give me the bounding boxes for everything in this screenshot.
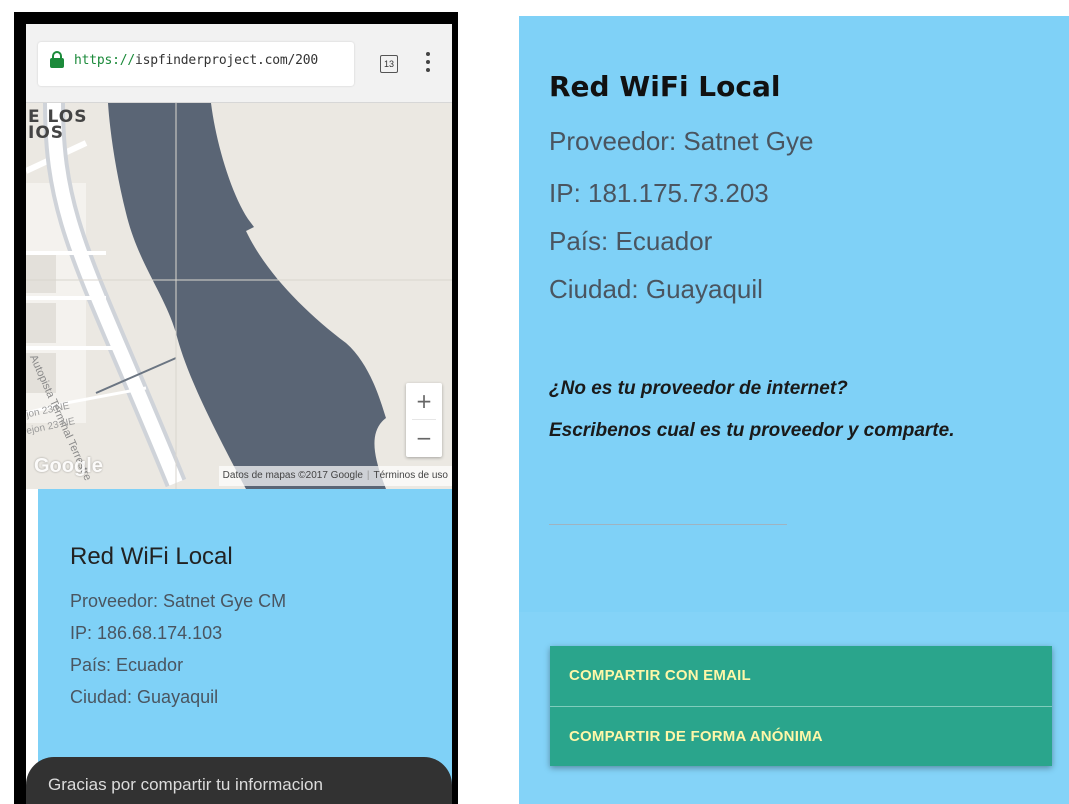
map-terms-link[interactable]: Términos de uso — [374, 470, 448, 481]
overflow-menu-icon[interactable] — [426, 52, 430, 76]
map[interactable]: E LOS IOS Autopista Terminal Terrestre j… — [26, 103, 452, 489]
map-canvas — [26, 103, 452, 489]
zoom-out-button[interactable]: − — [406, 420, 442, 456]
map-attribution: Datos de mapas ©2017 Google | Términos de … — [218, 466, 452, 486]
url-text[interactable]: https://ispfinderproject.com/200 — [74, 53, 318, 68]
provider-prompt: Escribenos cual es tu proveedor y compar… — [549, 420, 955, 441]
network-title: Red WiFi Local — [70, 543, 233, 570]
phone-frame: https://ispfinderproject.com/200 13 E LO… — [14, 12, 458, 804]
lock-icon — [50, 51, 64, 68]
share-anonymous-label: COMPARTIR DE FORMA ANÓNIMA — [569, 728, 823, 745]
share-actions: COMPARTIR CON EMAIL COMPARTIR DE FORMA A… — [550, 646, 1052, 766]
provider-text: Proveedor: Satnet Gye CM — [70, 591, 287, 611]
browser-toolbar: https://ispfinderproject.com/200 13 — [26, 24, 452, 103]
map-label-neighborhood-2: IOS — [28, 123, 65, 143]
google-logo: Google — [34, 455, 103, 477]
url-scheme: https:// — [74, 53, 136, 68]
url-domain: ispfinderproject.com/200 — [135, 53, 319, 68]
snackbar: Gracias por compartir tu informacion — [26, 757, 452, 804]
provider-question: ¿No es tu proveedor de internet? — [549, 378, 848, 399]
map-data-credit: Datos de mapas ©2017 Google — [222, 470, 363, 481]
share-anonymous-button[interactable]: COMPARTIR DE FORMA ANÓNIMA — [550, 706, 1052, 766]
tab-switcher-button[interactable]: 13 — [380, 55, 398, 73]
url-bar[interactable]: https://ispfinderproject.com/200 — [38, 42, 354, 86]
panel-title: Red WiFi Local — [549, 70, 781, 103]
country-text: País: Ecuador — [70, 655, 184, 675]
provider-input-underline[interactable] — [549, 524, 787, 525]
panel-ip: IP: 181.175.73.203 — [549, 178, 769, 208]
snackbar-message: Gracias por compartir tu informacion — [48, 775, 323, 794]
city-text: Ciudad: Guayaquil — [70, 687, 219, 707]
network-info-panel: Red WiFi Local Proveedor: Satnet Gye IP:… — [519, 16, 1069, 804]
zoom-in-button[interactable]: + — [406, 383, 442, 419]
phone-screen: https://ispfinderproject.com/200 13 E LO… — [26, 24, 452, 804]
zoom-controls: + − — [406, 383, 442, 457]
panel-city: Ciudad: Guayaquil — [549, 274, 763, 304]
panel-provider: Proveedor: Satnet Gye — [549, 126, 814, 156]
panel-country: País: Ecuador — [549, 226, 713, 256]
ip-text: IP: 186.68.174.103 — [70, 623, 223, 643]
share-email-button[interactable]: COMPARTIR CON EMAIL — [550, 646, 1052, 706]
share-email-label: COMPARTIR CON EMAIL — [569, 667, 751, 684]
